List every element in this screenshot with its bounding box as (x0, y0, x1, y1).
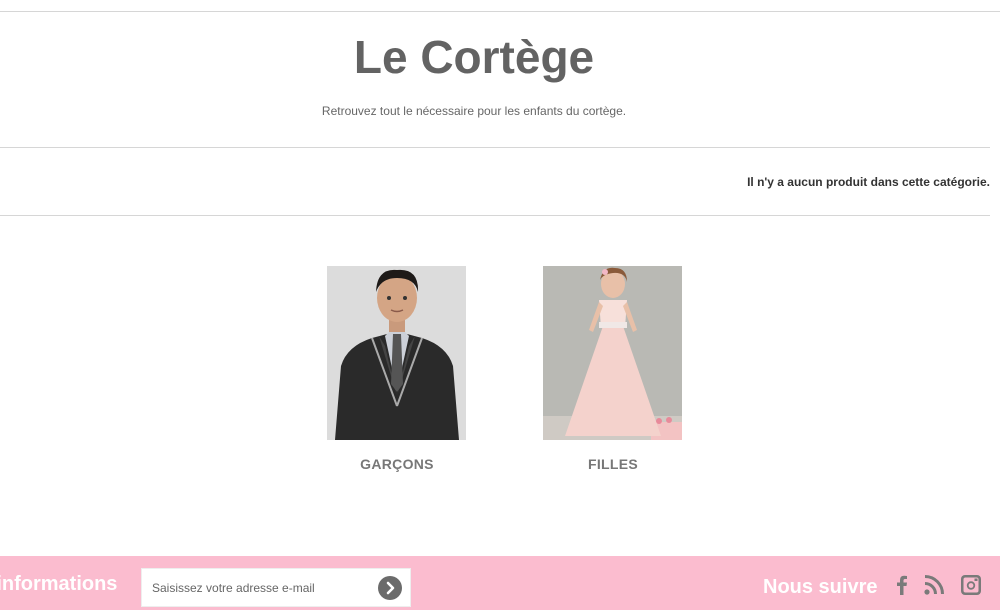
category-description: Retrouvez tout le nécessaire pour les en… (321, 104, 627, 118)
subcategory-label[interactable]: GARÇONS (327, 456, 467, 472)
newsletter-submit-button[interactable] (378, 576, 402, 600)
newsletter-form (141, 568, 411, 607)
subcategory-label[interactable]: FILLES (543, 456, 683, 472)
footer: l'informations Nous suivre (0, 556, 1000, 610)
subcategory-card-boys[interactable]: GARÇONS (327, 266, 467, 472)
chevron-right-icon (386, 581, 395, 595)
subcategory-card-girls[interactable]: FILLES (543, 266, 683, 472)
page-title: Le Cortège (353, 31, 595, 83)
newsletter-title: l'informations (0, 573, 118, 595)
newsletter-email-input[interactable] (142, 569, 362, 606)
no-product-message: Il n'y a aucun produit dans cette catégo… (747, 175, 990, 189)
rss-icon[interactable] (922, 573, 946, 597)
divider (0, 215, 990, 216)
follow-us-title: Nous suivre (763, 576, 878, 598)
facebook-icon[interactable] (890, 573, 914, 597)
girl-dress-photo[interactable] (543, 266, 682, 440)
instagram-icon[interactable] (959, 573, 983, 597)
boy-suit-photo[interactable] (327, 266, 466, 440)
divider (0, 147, 990, 148)
top-divider (0, 11, 1000, 12)
